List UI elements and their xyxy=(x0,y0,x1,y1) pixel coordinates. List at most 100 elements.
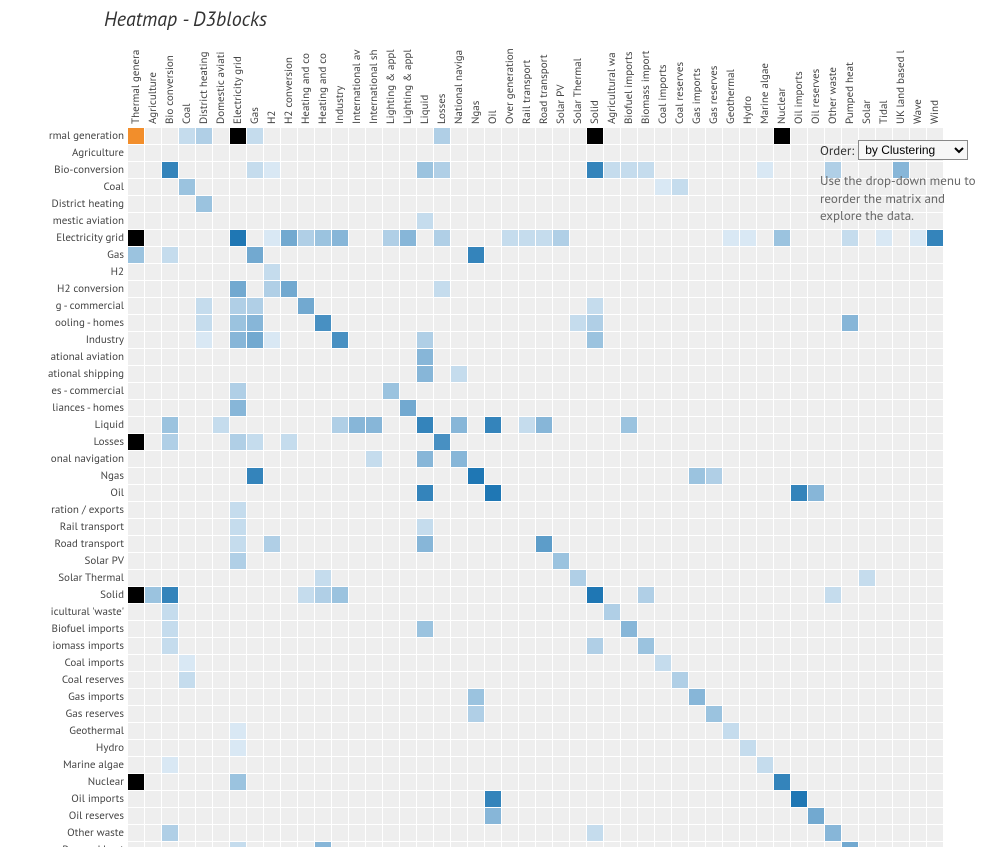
cell[interactable] xyxy=(808,485,824,501)
cell[interactable] xyxy=(842,230,858,246)
cell[interactable] xyxy=(757,757,773,773)
cell[interactable] xyxy=(451,366,467,382)
cell[interactable] xyxy=(570,570,586,586)
cell[interactable] xyxy=(655,179,671,195)
cell[interactable] xyxy=(587,298,603,314)
cell[interactable] xyxy=(264,281,280,297)
cell[interactable] xyxy=(706,706,722,722)
cell[interactable] xyxy=(621,162,637,178)
cell[interactable] xyxy=(247,162,263,178)
cell[interactable] xyxy=(162,621,178,637)
cell[interactable] xyxy=(247,434,263,450)
order-select[interactable]: by Clusteringby Nameby Frequency xyxy=(858,140,968,160)
cell[interactable] xyxy=(587,587,603,603)
cell[interactable] xyxy=(230,842,246,847)
cell[interactable] xyxy=(842,315,858,331)
cell[interactable] xyxy=(655,655,671,671)
cell[interactable] xyxy=(298,298,314,314)
cell[interactable] xyxy=(417,332,433,348)
cell[interactable] xyxy=(230,740,246,756)
cell[interactable] xyxy=(502,230,518,246)
cell[interactable] xyxy=(196,315,212,331)
cell[interactable] xyxy=(264,536,280,552)
cell[interactable] xyxy=(536,417,552,433)
cell[interactable] xyxy=(196,298,212,314)
cell[interactable] xyxy=(774,230,790,246)
cell[interactable] xyxy=(179,672,195,688)
cell[interactable] xyxy=(247,468,263,484)
cell[interactable] xyxy=(128,434,144,450)
cell[interactable] xyxy=(910,230,926,246)
cell[interactable] xyxy=(587,638,603,654)
cell[interactable] xyxy=(196,128,212,144)
cell[interactable] xyxy=(808,808,824,824)
cell[interactable] xyxy=(349,417,365,433)
cell[interactable] xyxy=(162,417,178,433)
cell[interactable] xyxy=(247,247,263,263)
cell[interactable] xyxy=(230,434,246,450)
cell[interactable] xyxy=(298,230,314,246)
cell[interactable] xyxy=(332,587,348,603)
cell[interactable] xyxy=(485,485,501,501)
cell[interactable] xyxy=(213,417,229,433)
cell[interactable] xyxy=(383,383,399,399)
cell[interactable] xyxy=(587,128,603,144)
cell[interactable] xyxy=(162,162,178,178)
cell[interactable] xyxy=(468,247,484,263)
cell[interactable] xyxy=(417,162,433,178)
cell[interactable] xyxy=(689,689,705,705)
cell[interactable] xyxy=(723,723,739,739)
cell[interactable] xyxy=(604,162,620,178)
cell[interactable] xyxy=(400,230,416,246)
cell[interactable] xyxy=(264,332,280,348)
cell[interactable] xyxy=(162,434,178,450)
cell[interactable] xyxy=(842,842,858,847)
cell[interactable] xyxy=(417,519,433,535)
cell[interactable] xyxy=(791,791,807,807)
cell[interactable] xyxy=(128,774,144,790)
cell[interactable] xyxy=(230,774,246,790)
cell[interactable] xyxy=(281,230,297,246)
cell[interactable] xyxy=(791,485,807,501)
cell[interactable] xyxy=(774,128,790,144)
cell[interactable] xyxy=(553,230,569,246)
cell[interactable] xyxy=(230,128,246,144)
cell[interactable] xyxy=(468,689,484,705)
cell[interactable] xyxy=(230,519,246,535)
cell[interactable] xyxy=(706,468,722,484)
cell[interactable] xyxy=(451,417,467,433)
cell[interactable] xyxy=(230,315,246,331)
cell[interactable] xyxy=(264,230,280,246)
cell[interactable] xyxy=(366,417,382,433)
cell[interactable] xyxy=(230,723,246,739)
cell[interactable] xyxy=(417,485,433,501)
cell[interactable] xyxy=(281,434,297,450)
cell[interactable] xyxy=(621,417,637,433)
cell[interactable] xyxy=(298,587,314,603)
cell[interactable] xyxy=(400,400,416,416)
cell[interactable] xyxy=(315,315,331,331)
cell[interactable] xyxy=(638,638,654,654)
cell[interactable] xyxy=(417,213,433,229)
cell[interactable] xyxy=(825,587,841,603)
cell[interactable] xyxy=(196,196,212,212)
cell[interactable] xyxy=(128,128,144,144)
cell[interactable] xyxy=(434,230,450,246)
cell[interactable] xyxy=(417,349,433,365)
cell[interactable] xyxy=(128,230,144,246)
cell[interactable] xyxy=(162,247,178,263)
cell[interactable] xyxy=(621,621,637,637)
cell[interactable] xyxy=(468,468,484,484)
cell[interactable] xyxy=(417,366,433,382)
cell[interactable] xyxy=(162,587,178,603)
cell[interactable] xyxy=(672,672,688,688)
cell[interactable] xyxy=(417,417,433,433)
cell[interactable] xyxy=(383,230,399,246)
cell[interactable] xyxy=(740,740,756,756)
cell[interactable] xyxy=(485,791,501,807)
cell[interactable] xyxy=(859,570,875,586)
cell[interactable] xyxy=(162,757,178,773)
cell[interactable] xyxy=(553,553,569,569)
cell[interactable] xyxy=(757,162,773,178)
cell[interactable] xyxy=(876,230,892,246)
